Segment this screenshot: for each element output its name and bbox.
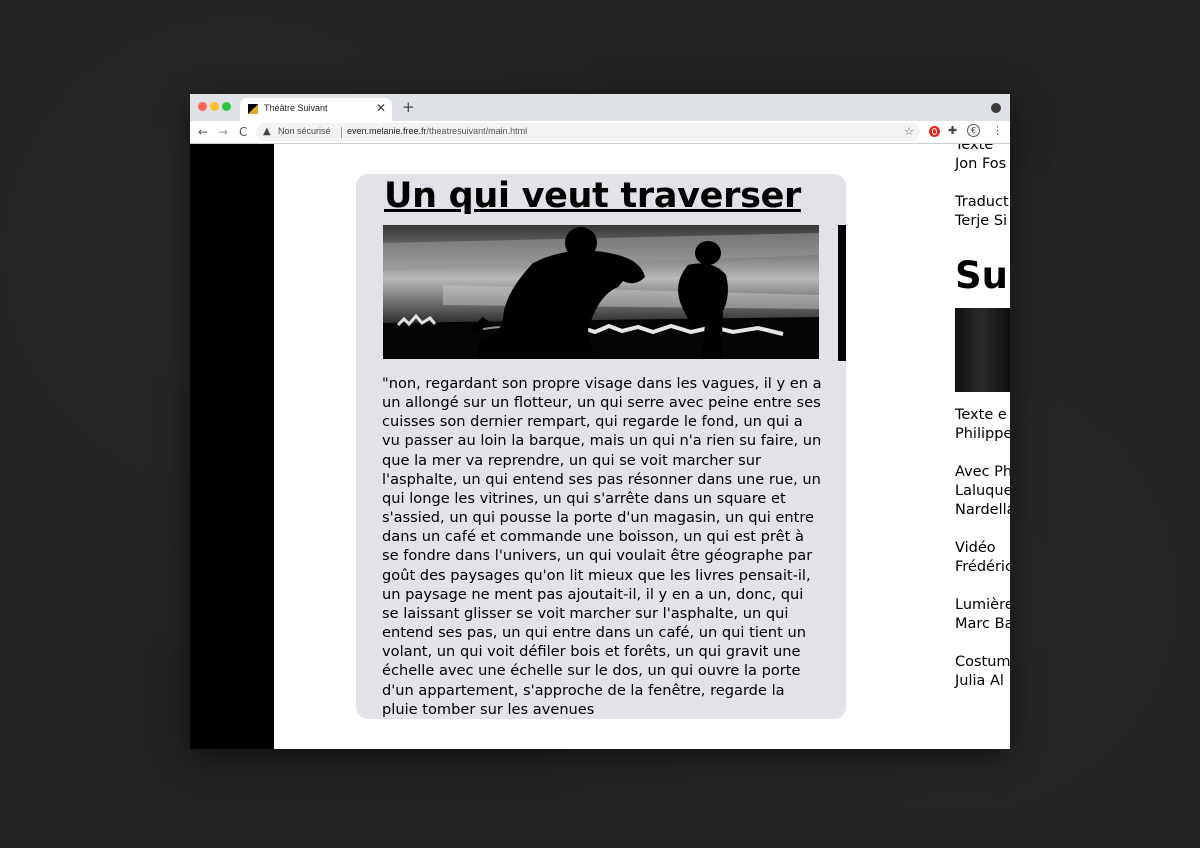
euro-extension-icon[interactable]: € (967, 124, 980, 137)
credit-role: Avec Ph (955, 464, 1010, 480)
security-status[interactable]: Non sécurisé (278, 126, 331, 136)
credit-role: Vidéo (955, 540, 996, 556)
credit-role: Lumière (955, 597, 1010, 613)
next-show-title[interactable]: Sui (955, 254, 1010, 297)
minimize-window-button[interactable] (210, 102, 219, 111)
address-bar[interactable]: ▲ Non sécurisé even.melanie.free.fr/thea… (256, 123, 920, 141)
credit-entry: Avec Ph Laluque Nardella (955, 463, 1010, 520)
warning-icon[interactable]: ▲ (263, 124, 271, 140)
next-show-photo[interactable] (955, 308, 1010, 392)
browser-toolbar: ← → C ▲ Non sécurisé even.melanie.free.f… (190, 121, 1010, 144)
page-viewport: Un qui veut traverser "non, regardant so… (190, 144, 1010, 749)
url-divider (341, 127, 342, 138)
tab-search-icon[interactable] (991, 103, 1001, 113)
credit-entry: Costum Julia Al (955, 653, 1010, 691)
url-domain: even.melanie.free.fr (347, 126, 427, 136)
maximize-window-button[interactable] (222, 102, 231, 111)
extensions-puzzle-icon[interactable]: ✚ (948, 123, 957, 139)
opera-extension-icon[interactable] (929, 126, 940, 137)
back-arrow-icon[interactable]: ← (198, 124, 208, 140)
url-path: /theatresuivant/main.html (426, 126, 528, 136)
credit-name: Julia Al (955, 673, 1004, 689)
tab-title: Théâtre Suivant (264, 103, 328, 113)
bookmark-star-icon[interactable]: ☆ (904, 124, 914, 140)
site-favicon-icon (248, 104, 258, 114)
credit-entry: Vidéo Frédéric (955, 539, 1010, 577)
left-black-panel (190, 144, 274, 749)
article-card: Un qui veut traverser "non, regardant so… (356, 174, 846, 719)
credit-entry: Traduct Terje Si (955, 193, 1010, 231)
forward-arrow-icon[interactable]: → (218, 124, 228, 140)
silhouettes-illustration (383, 227, 819, 359)
credit-role: Texte (955, 144, 994, 153)
scroll-indicator[interactable] (838, 225, 846, 361)
credit-role: Costum (955, 654, 1010, 670)
browser-menu-icon[interactable]: ⋮ (992, 123, 1003, 139)
credit-name: Jon Fos (955, 156, 1007, 172)
tab-bar: Théâtre Suivant ✕ + (190, 94, 1010, 121)
article-title[interactable]: Un qui veut traverser (384, 176, 801, 216)
tab-theatre-suivant[interactable]: Théâtre Suivant ✕ (240, 98, 392, 121)
credit-role: Traduct (955, 194, 1009, 210)
credit-name: Marc Ba (955, 616, 1010, 632)
credit-name: Philippe (955, 426, 1010, 442)
credit-entry: Texte Jon Fos (955, 144, 1010, 174)
credits-top: Texte Jon Fos Traduct Terje Si (955, 144, 1010, 250)
credit-name: Laluque (955, 483, 1010, 499)
browser-window: Théâtre Suivant ✕ + ← → C ▲ Non sécurisé… (190, 94, 1010, 749)
url-text[interactable]: even.melanie.free.fr/theatresuivant/main… (347, 126, 527, 136)
credit-name: Frédéric (955, 559, 1010, 575)
close-tab-icon[interactable]: ✕ (376, 101, 386, 115)
credit-entry: Lumière Marc Ba (955, 596, 1010, 634)
credit-role: Texte e (955, 407, 1007, 423)
article-photo (383, 225, 819, 359)
new-tab-button[interactable]: + (402, 98, 415, 116)
credit-entry: Texte e Philippe (955, 406, 1010, 444)
reload-icon[interactable]: C (239, 124, 247, 140)
close-window-button[interactable] (198, 102, 207, 111)
credit-name: Terje Si (955, 213, 1008, 229)
article-excerpt: "non, regardant son propre visage dans l… (382, 375, 822, 718)
credits-next: Texte e Philippe Avec Ph Laluque Nardell… (955, 406, 1010, 710)
credit-name: Nardella (955, 502, 1010, 518)
